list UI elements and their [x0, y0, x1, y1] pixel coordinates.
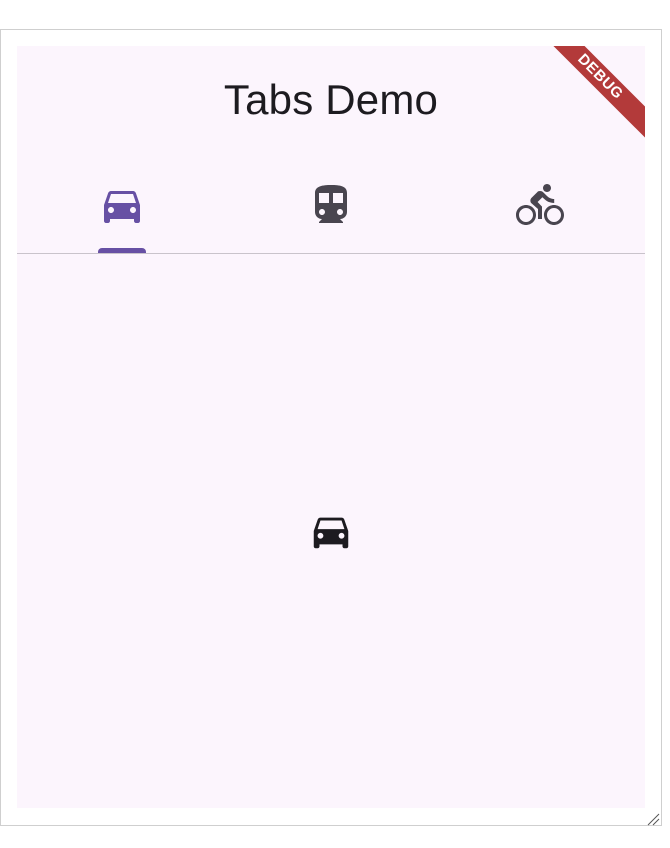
directions-car-icon — [313, 517, 349, 549]
resize-handle-icon[interactable] — [646, 812, 660, 826]
directions-bike-icon — [515, 184, 564, 225]
tab-bar — [17, 156, 645, 254]
tab-car[interactable] — [17, 156, 226, 254]
app-bar: Tabs Demo — [17, 46, 645, 156]
directions-transit-icon — [314, 185, 347, 223]
tab-content — [17, 254, 645, 808]
tab-bike[interactable] — [435, 156, 644, 254]
app-window: Tabs Demo DEBUG — [17, 46, 645, 808]
page-title: Tabs Demo — [223, 76, 439, 123]
tab-transit[interactable] — [226, 156, 435, 254]
directions-car-icon — [103, 191, 140, 223]
